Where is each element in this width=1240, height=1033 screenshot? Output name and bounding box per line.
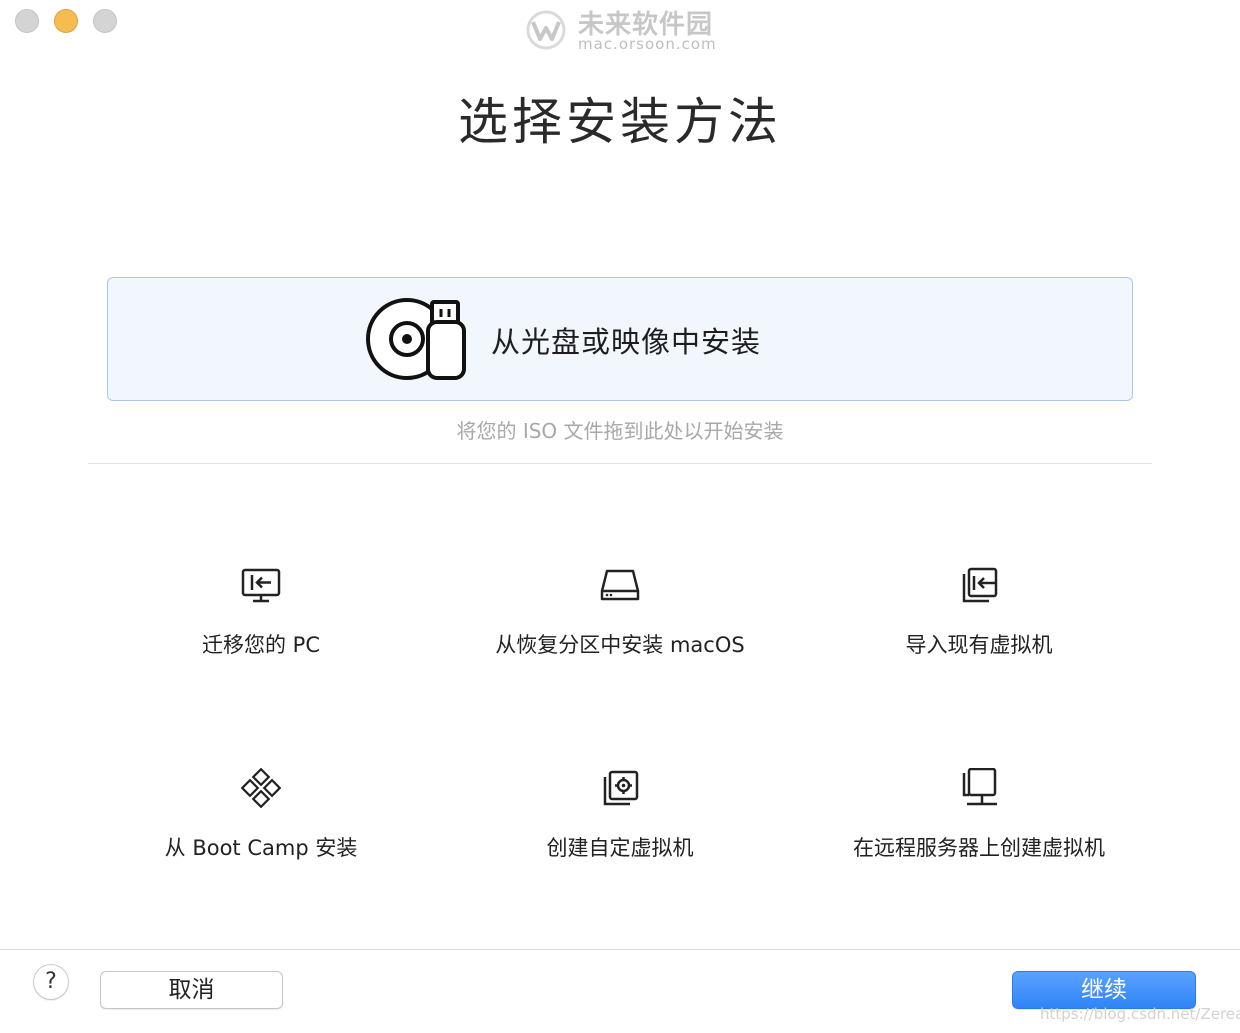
- source-watermark: https://blog.csdn.net/Zereao: [1040, 1005, 1240, 1023]
- boot-camp-icon: [241, 768, 281, 808]
- continue-button[interactable]: 继续: [1012, 971, 1196, 1009]
- minimize-window-button[interactable]: [54, 9, 78, 33]
- divider: [88, 463, 1152, 464]
- close-window-button[interactable]: [15, 9, 39, 33]
- import-vm-label: 导入现有虚拟机: [905, 633, 1053, 657]
- import-vm-icon: [962, 567, 998, 603]
- title-bar: 未来软件园 mac.orsoon.com: [0, 0, 1240, 53]
- watermark-logo-icon: [526, 10, 566, 50]
- remote-server-icon: [962, 768, 997, 806]
- hard-drive-icon: [600, 569, 640, 601]
- migrate-pc-icon: [241, 568, 281, 603]
- drop-hint: 将您的 ISO 文件拖到此处以开始安装: [456, 419, 784, 443]
- import-vm-option[interactable]: 导入现有虚拟机: [809, 565, 1149, 695]
- create-remote-vm-label: 在远程服务器上创建虚拟机: [853, 836, 1105, 860]
- footer-divider: [0, 949, 1240, 950]
- page-title: 选择安装方法: [458, 93, 782, 151]
- create-remote-vm-option[interactable]: 在远程服务器上创建虚拟机: [809, 768, 1149, 898]
- migrate-pc-option[interactable]: 迁移您的 PC: [91, 565, 431, 695]
- install-from-disc-label: 从光盘或映像中安装: [491, 325, 762, 359]
- install-macos-recovery-label: 从恢复分区中安装 macOS: [495, 633, 745, 657]
- install-macos-recovery-option[interactable]: 从恢复分区中安装 macOS: [450, 565, 790, 695]
- help-button[interactable]: ?: [33, 964, 69, 1000]
- migrate-pc-label: 迁移您的 PC: [201, 633, 320, 657]
- zoom-window-button[interactable]: [93, 9, 117, 33]
- watermark: 未来软件园 mac.orsoon.com: [522, 2, 722, 53]
- install-boot-camp-option[interactable]: 从 Boot Camp 安装: [91, 768, 431, 898]
- create-custom-vm-label: 创建自定虚拟机: [546, 836, 694, 860]
- custom-vm-icon: [603, 770, 639, 806]
- watermark-url: mac.orsoon.com: [578, 35, 717, 53]
- cancel-button[interactable]: 取消: [100, 971, 283, 1009]
- disc-usb-icon: [366, 298, 466, 380]
- install-boot-camp-label: 从 Boot Camp 安装: [164, 836, 358, 860]
- create-custom-vm-option[interactable]: 创建自定虚拟机: [450, 768, 790, 898]
- install-from-disc-option[interactable]: 从光盘或映像中安装: [107, 277, 1133, 401]
